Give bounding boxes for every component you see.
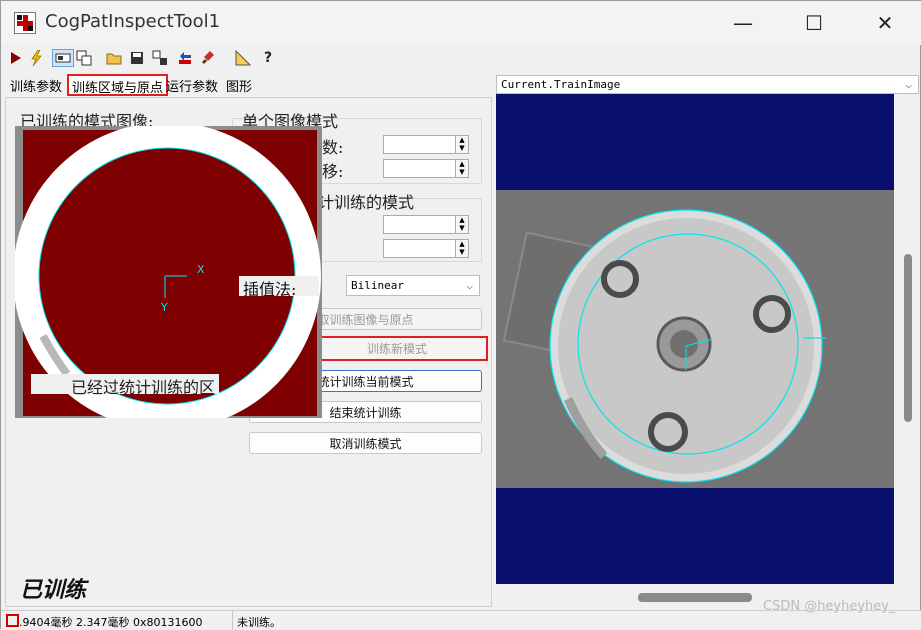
- cancel-train-button[interactable]: 取消训练模式: [249, 432, 482, 454]
- image-source-select[interactable]: Current.TrainImage ⌵: [496, 75, 919, 94]
- status-indicator-icon: [6, 614, 19, 627]
- toolbar: ?: [5, 48, 305, 70]
- status-message: 未训练。: [237, 616, 281, 629]
- row4-spin-icon[interactable]: ▲ ▼: [455, 239, 469, 258]
- export-icon[interactable]: [151, 49, 169, 67]
- train-new-pattern-button[interactable]: 训练新模式: [306, 336, 488, 361]
- status-bar: .9404毫秒 2.347毫秒 0x80131600 未训练。 CSDN @he…: [1, 599, 921, 630]
- tab-run-params[interactable]: 运行参数: [163, 75, 221, 95]
- row3-spin-icon[interactable]: ▲ ▼: [455, 215, 469, 234]
- app-cross-icon: [14, 12, 36, 34]
- display-icon[interactable]: [52, 49, 74, 67]
- layers-icon[interactable]: [75, 49, 93, 67]
- horizontal-scroll-thumb[interactable]: [638, 593, 752, 602]
- chevron-down-icon: ⌵: [905, 78, 912, 91]
- trained-pattern-display[interactable]: X Y 已经过统计训练的区 插值法:: [15, 126, 322, 418]
- stat-train-group-title: 计训练的模式: [318, 193, 415, 212]
- tab-train-params[interactable]: 训练参数: [7, 75, 65, 95]
- open-folder-icon[interactable]: [105, 49, 123, 67]
- thumb-axis-x: X: [197, 263, 205, 276]
- ruler-icon[interactable]: [234, 49, 252, 67]
- interpolation-select[interactable]: Bilinear ⌵: [346, 275, 480, 296]
- status-timing: .9404毫秒 2.347毫秒 0x80131600: [19, 616, 203, 629]
- thumb-caption: 已经过统计训练的区: [31, 374, 219, 397]
- trained-state-label: 已训练: [20, 577, 87, 603]
- import-icon[interactable]: [176, 49, 194, 67]
- chevron-down-icon: ⌵: [466, 279, 473, 292]
- close-button[interactable]: ✕: [862, 1, 908, 45]
- help-icon[interactable]: ?: [259, 49, 277, 67]
- tab-train-region-origin[interactable]: 训练区域与原点: [67, 74, 169, 96]
- run-icon[interactable]: [7, 49, 25, 67]
- title-bar[interactable]: CogPatInspectTool1 — ☐ ✕: [1, 1, 921, 45]
- lightning-icon[interactable]: [27, 49, 45, 67]
- main-window: CogPatInspectTool1 — ☐ ✕ ? 训练参数 训练区域与原点 …: [0, 0, 921, 630]
- vertical-scroll-thumb[interactable]: [904, 254, 912, 422]
- maximize-button[interactable]: ☐: [791, 1, 837, 45]
- watermark: CSDN @heyheyhey_: [763, 599, 896, 614]
- interpolation-label: 插值法:: [239, 276, 319, 299]
- row1-spin-icon[interactable]: ▲ ▼: [455, 135, 469, 154]
- paint-icon[interactable]: [199, 49, 217, 67]
- thumb-axis-y: Y: [160, 301, 168, 314]
- train-image-display[interactable]: [496, 94, 894, 584]
- row2-spin-icon[interactable]: ▲ ▼: [455, 159, 469, 178]
- row1-label: 数:: [322, 138, 344, 157]
- window-title: CogPatInspectTool1: [45, 11, 221, 32]
- interpolation-value: Bilinear: [351, 279, 404, 292]
- row2-label: 移:: [322, 162, 344, 181]
- tab-graphics[interactable]: 图形: [223, 75, 255, 95]
- image-source-value: Current.TrainImage: [501, 78, 621, 91]
- image-vertical-scrollbar[interactable]: [898, 94, 920, 586]
- save-icon[interactable]: [128, 49, 146, 67]
- tab-strip: 训练参数 训练区域与原点 运行参数 图形: [5, 74, 485, 96]
- minimize-button[interactable]: —: [720, 1, 766, 45]
